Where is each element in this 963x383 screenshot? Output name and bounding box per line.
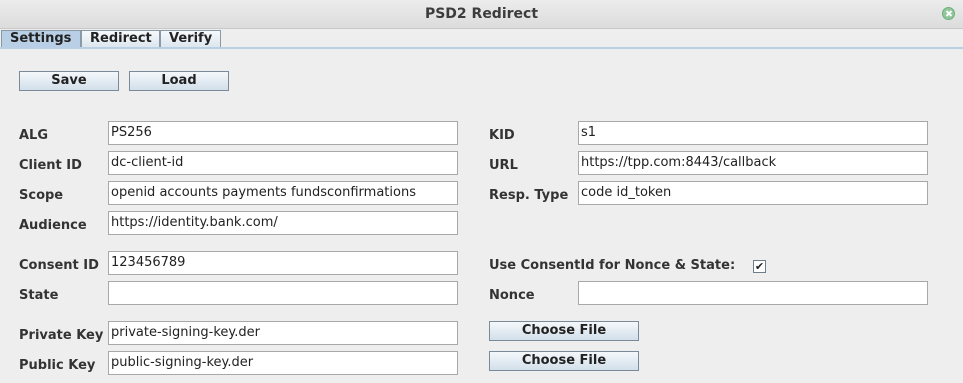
- kid-field[interactable]: s1: [578, 121, 928, 145]
- private-key-label: Private Key: [19, 328, 104, 343]
- resp-type-field[interactable]: code id_token: [578, 181, 928, 205]
- nonce-label: Nonce: [489, 288, 535, 303]
- audience-field[interactable]: https://identity.bank.com/: [108, 211, 458, 235]
- audience-label: Audience: [19, 218, 87, 233]
- client-id-label: Client ID: [19, 158, 82, 173]
- kid-label: KID: [489, 128, 515, 143]
- client-id-field[interactable]: dc-client-id: [108, 151, 458, 175]
- tab-settings[interactable]: Settings: [1, 30, 81, 47]
- title-bar: PSD2 Redirect: [0, 0, 963, 29]
- scope-field[interactable]: openid accounts payments fundsconfirmati…: [108, 181, 458, 205]
- state-label: State: [19, 288, 59, 303]
- public-key-label: Public Key: [19, 358, 96, 373]
- alg-field[interactable]: PS256: [108, 121, 458, 145]
- use-consent-checkbox[interactable]: ✔: [753, 260, 766, 273]
- nonce-field[interactable]: [578, 281, 928, 305]
- choose-public-key-file-button[interactable]: Choose File: [489, 351, 639, 371]
- tab-underline: [0, 47, 963, 49]
- resp-type-label: Resp. Type: [489, 188, 569, 203]
- scope-label: Scope: [19, 188, 64, 203]
- consent-id-field[interactable]: 123456789: [108, 251, 458, 275]
- use-consent-label: Use ConsentId for Nonce & State:: [489, 258, 736, 273]
- state-field[interactable]: [108, 281, 458, 305]
- close-icon[interactable]: [942, 7, 955, 20]
- public-key-field[interactable]: public-signing-key.der: [108, 351, 458, 375]
- choose-private-key-file-button[interactable]: Choose File: [489, 321, 639, 341]
- window-title: PSD2 Redirect: [424, 6, 539, 22]
- save-button[interactable]: Save: [19, 71, 119, 91]
- alg-label: ALG: [19, 128, 49, 143]
- consent-id-label: Consent ID: [19, 258, 99, 273]
- url-field[interactable]: https://tpp.com:8443/callback: [578, 151, 928, 175]
- load-button[interactable]: Load: [129, 71, 229, 91]
- tab-verify[interactable]: Verify: [160, 30, 221, 47]
- url-label: URL: [489, 158, 518, 173]
- tab-redirect[interactable]: Redirect: [81, 30, 160, 47]
- private-key-field[interactable]: private-signing-key.der: [108, 321, 458, 345]
